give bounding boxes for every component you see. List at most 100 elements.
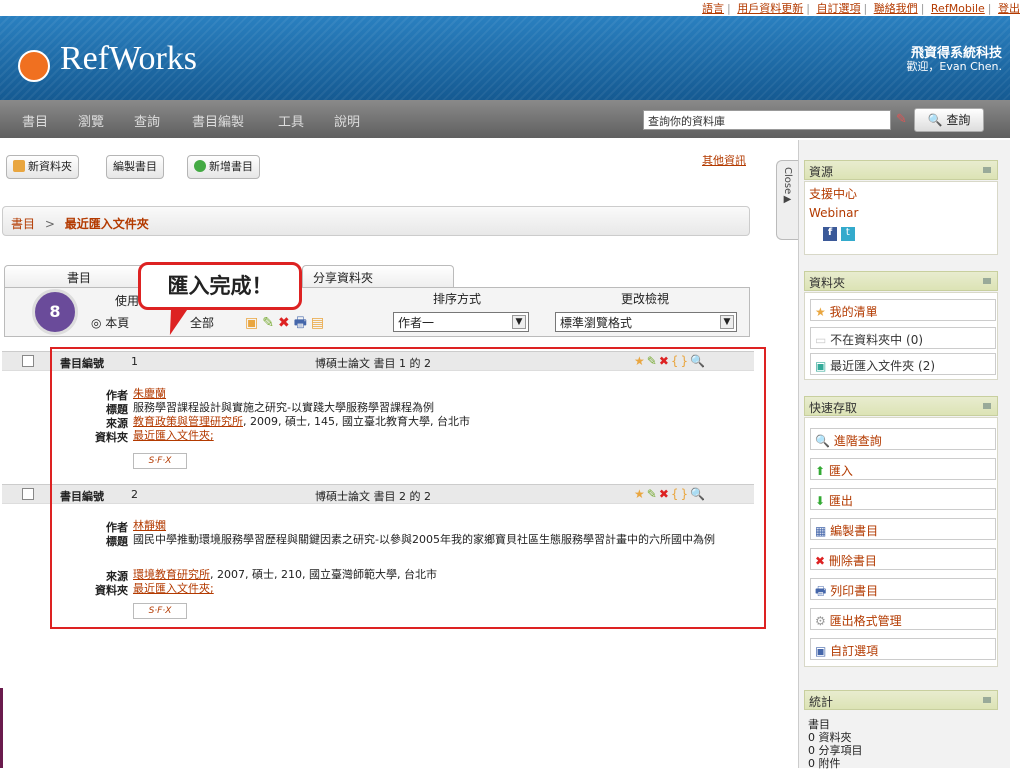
tab-shared-folders[interactable]: 分享資料夾 [302, 265, 454, 287]
tab-shared-label: 分享資料夾 [313, 271, 374, 285]
quick-item-label: 進階查詢 [833, 434, 882, 448]
delete-icon[interactable]: ✖ [278, 315, 294, 331]
new-folder-button[interactable]: 新資料夾 [6, 155, 79, 179]
stats-header[interactable]: 統計 [804, 690, 998, 710]
quick-advanced-search[interactable]: 🔍 進階查詢 [810, 428, 996, 450]
quick-export[interactable]: ⬇ 匯出 [810, 488, 996, 510]
quick-create-bibliography[interactable]: ▦ 編製書目 [810, 518, 996, 540]
folder-recent-import[interactable]: ▣ 最近匯入文件夾 (2) [810, 353, 996, 375]
facebook-icon[interactable]: f [823, 227, 837, 241]
page-radio[interactable]: ◎ 本頁 [91, 314, 129, 331]
collapse-icon[interactable] [983, 403, 991, 409]
all-radio[interactable]: 全部 [190, 314, 214, 331]
quick-item-label: 列印書目 [830, 584, 879, 598]
collapse-icon[interactable] [983, 697, 991, 703]
magnifier-icon: 🔍 [927, 113, 943, 127]
delete-icon: ✖ [815, 554, 826, 568]
nav-references[interactable]: 書目 [22, 111, 48, 130]
sort-select[interactable]: 作者一 ▼ [393, 312, 529, 332]
customize-link[interactable]: 自訂選項 [816, 2, 860, 15]
main-nav: 書目 瀏覽 查詢 書目編製 工具 說明 查詢你的資料庫 ✎ 🔍 查詢 [0, 100, 1010, 138]
tab-references-label: 書目 [66, 271, 91, 285]
select-reference-checkbox[interactable] [22, 355, 34, 367]
folder-count: (0) [906, 333, 924, 347]
use-label: 使用 [115, 294, 140, 308]
folder-my-list[interactable]: ★ 我的清單 [810, 299, 996, 321]
breadcrumb-root[interactable]: 書目 [11, 217, 35, 231]
select-reference-checkbox[interactable] [22, 488, 34, 500]
view-value: 標準瀏覽格式 [560, 316, 633, 330]
database-search-input[interactable]: 查詢你的資料庫 [643, 110, 891, 130]
quick-import[interactable]: ⬆ 匯入 [810, 458, 996, 480]
folder-add-icon [13, 160, 25, 172]
quick-output-styles[interactable]: ⚙ 匯出格式管理 [810, 608, 996, 630]
nav-bibliography[interactable]: 書目編製 [192, 111, 244, 130]
breadcrumb-separator: > [44, 217, 55, 231]
app-logo: RefWorks [60, 40, 198, 77]
toolbar-icons: ▣✎✖🖶▤ [245, 312, 328, 336]
top-links: 語言 | 用戶資料更新 | 自訂選項 | 聯絡我們 | RefMobile | 登出 [702, 2, 1020, 15]
create-bibliography-button[interactable]: 編製書目 [106, 155, 164, 179]
collapse-icon[interactable] [983, 278, 991, 284]
nav-search[interactable]: 查詢 [134, 111, 160, 130]
dropdown-arrow-icon: ▼ [512, 315, 526, 329]
quick-print[interactable]: 🖶 列印書目 [810, 578, 996, 600]
quick-item-label: 匯入 [828, 464, 853, 478]
nav-browse[interactable]: 瀏覽 [78, 111, 104, 130]
webinar-link[interactable]: Webinar [809, 206, 993, 220]
folder-count: (2) [918, 359, 936, 373]
create-bib-label: 編製書目 [113, 160, 157, 173]
arrow-down-icon: ⬇ [815, 494, 826, 508]
stat-line: 0 附件 [808, 757, 841, 770]
step-badge: 8 [32, 289, 78, 335]
more-info-link[interactable]: 其他資訊 [702, 152, 746, 168]
new-reference-button[interactable]: 新增書目 [187, 155, 260, 179]
support-center-link[interactable]: 支援中心 [809, 185, 993, 202]
slide-border [0, 688, 3, 768]
edit-icon[interactable]: ✎ [262, 315, 278, 331]
refworks-logo-icon [18, 50, 50, 82]
arrow-up-icon: ⬆ [815, 464, 826, 478]
quick-access-title: 快速存取 [809, 401, 858, 415]
print-icon[interactable]: 🖶 [294, 315, 311, 331]
add-to-folder-icon[interactable]: ▣ [245, 315, 262, 331]
folder-label: 最近匯入文件夾 [830, 359, 915, 373]
quick-item-label: 自訂選項 [830, 644, 879, 658]
refmobile-link[interactable]: RefMobile [931, 2, 985, 15]
language-link[interactable]: 語言 [702, 2, 724, 15]
clear-search-icon[interactable]: ✎ [896, 112, 907, 127]
quick-access-header[interactable]: 快速存取 [804, 396, 998, 416]
results-toolbar: 使用 ◎ 本頁 全部 ▣✎✖🖶▤ 排序方式 作者一 ▼ 更改檢視 標準瀏覽格式 ▼ [4, 287, 750, 337]
folder-label: 不在資料夾中 [830, 333, 903, 347]
sort-label: 排序方式 [433, 292, 482, 306]
gear-icon: ⚙ [815, 614, 826, 628]
quick-customize[interactable]: ▣ 自訂選項 [810, 638, 996, 660]
resources-header[interactable]: 資源 [804, 160, 998, 180]
nav-help[interactable]: 說明 [334, 111, 360, 130]
nav-tools[interactable]: 工具 [278, 111, 304, 130]
plus-circle-icon [194, 160, 206, 172]
search-button[interactable]: 🔍 查詢 [914, 108, 984, 132]
export-icon[interactable]: ▤ [311, 315, 328, 331]
quick-delete-references[interactable]: ✖ 刪除書目 [810, 548, 996, 570]
contact-link[interactable]: 聯絡我們 [874, 2, 918, 15]
breadcrumb: 書目 > 最近匯入文件夾 [2, 206, 750, 236]
print-icon: 🖶 [815, 584, 827, 598]
close-panel-tab[interactable]: Close ▶ [776, 160, 798, 240]
quick-item-label: 匯出 [828, 494, 853, 508]
view-select[interactable]: 標準瀏覽格式 ▼ [555, 312, 737, 332]
logout-link[interactable]: 登出 [998, 2, 1020, 15]
folder-not-in-folder[interactable]: ▭ 不在資料夾中 (0) [810, 327, 996, 349]
collapse-icon[interactable] [983, 167, 991, 173]
folders-header[interactable]: 資料夾 [804, 271, 998, 291]
twitter-icon[interactable]: t [840, 227, 855, 241]
profile-update-link[interactable]: 用戶資料更新 [737, 2, 803, 15]
quick-item-label: 匯出格式管理 [829, 614, 902, 628]
resources-title: 資源 [809, 165, 834, 179]
app-header: RefWorks 飛資得系統科技 歡迎，Evan Chen. [0, 16, 1010, 100]
stats-title: 統計 [809, 695, 834, 709]
close-tab-label: Close [782, 167, 793, 195]
folder-icon: ▭ [815, 333, 827, 347]
tab-references[interactable]: 書目 [4, 265, 154, 287]
folder-icon: ▣ [815, 359, 827, 373]
